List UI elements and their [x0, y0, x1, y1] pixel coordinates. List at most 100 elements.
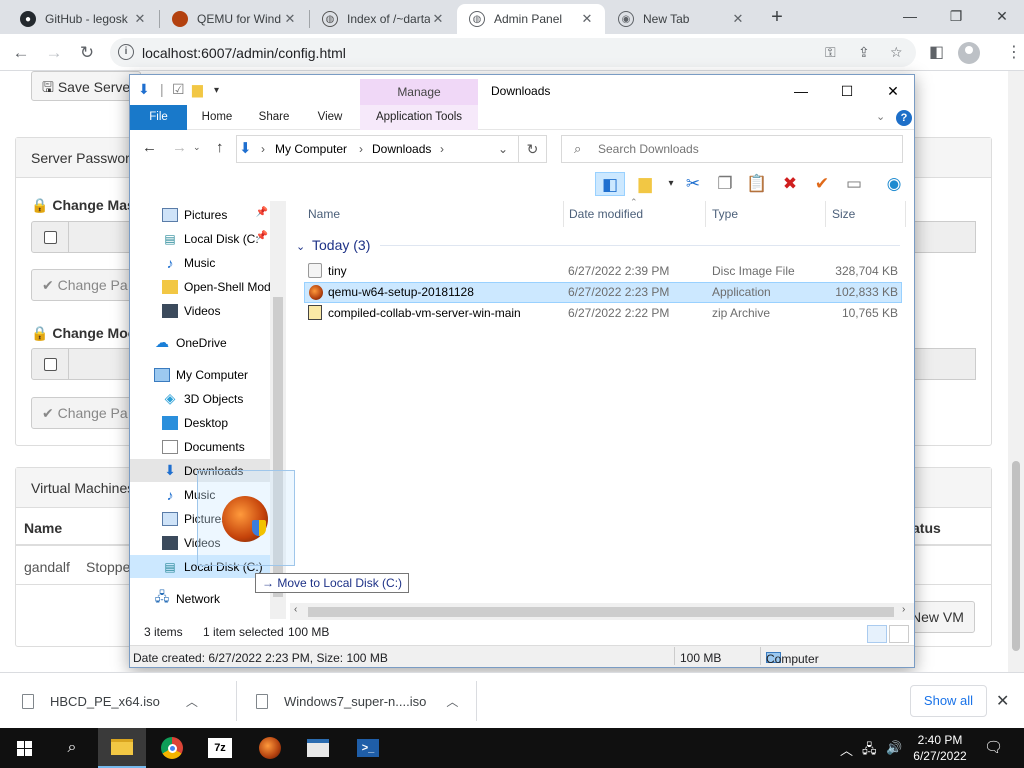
- tab-share[interactable]: Share: [249, 105, 299, 130]
- url-text[interactable]: localhost:6007/admin/config.html: [142, 45, 346, 61]
- nav-item-onedrive[interactable]: ☁ OneDrive: [130, 331, 270, 354]
- scroll-left-icon[interactable]: ‹: [294, 604, 297, 615]
- customize-qat-icon[interactable]: ▾: [214, 85, 219, 96]
- close-tab-icon[interactable]: ✕: [730, 11, 746, 27]
- tab-qemu[interactable]: QEMU for Wind ✕: [160, 4, 308, 34]
- col-size[interactable]: Size: [826, 201, 906, 227]
- group-header-today[interactable]: Today (3): [312, 237, 370, 253]
- explorer-address-bar[interactable]: ⬇ › My Computer › Downloads › ⌄: [236, 135, 519, 163]
- menu-kebab-icon[interactable]: ⋮: [1006, 42, 1022, 62]
- search-box[interactable]: ⌕: [561, 135, 903, 163]
- restore-icon[interactable]: ❐: [936, 4, 976, 28]
- tab-admin-panel[interactable]: ◍ Admin Panel ✕: [457, 4, 605, 34]
- scroll-thumb[interactable]: [308, 607, 894, 617]
- close-window-icon[interactable]: ✕: [982, 4, 1022, 28]
- search-input[interactable]: [598, 141, 888, 157]
- tab-file[interactable]: File: [130, 105, 187, 130]
- nav-item-documents[interactable]: Documents: [130, 435, 270, 458]
- details-view-icon[interactable]: [867, 625, 887, 643]
- side-panel-icon[interactable]: ◧: [929, 42, 944, 62]
- close-tab-icon[interactable]: ✕: [132, 11, 148, 27]
- properties-icon[interactable]: ▭: [841, 172, 867, 196]
- tab-new-tab[interactable]: ◉ New Tab ✕: [606, 4, 756, 34]
- minimize-icon[interactable]: —: [890, 4, 930, 28]
- show-all-button[interactable]: Show all: [910, 685, 987, 717]
- group-collapse-icon[interactable]: ⌄: [296, 240, 305, 253]
- forward-arrow-icon[interactable]: →: [172, 139, 187, 156]
- nav-item-local-disk[interactable]: ▤ Local Disk (C: 📌: [130, 227, 270, 250]
- change-master-password-button[interactable]: ✔ Change Pa: [31, 269, 139, 301]
- quick-access-down-icon[interactable]: ⬇: [138, 81, 150, 98]
- site-info-icon[interactable]: i: [118, 44, 134, 60]
- help-icon[interactable]: ?: [896, 110, 912, 126]
- chrome-taskbar-icon[interactable]: [148, 728, 196, 768]
- tab-index[interactable]: ◍ Index of /~darta ✕: [310, 4, 456, 34]
- breadcrumb-downloads[interactable]: Downloads: [372, 142, 431, 156]
- large-icons-view-icon[interactable]: [889, 625, 909, 643]
- qemu-taskbar-icon[interactable]: [246, 728, 294, 768]
- share-icon[interactable]: ⇪: [858, 44, 870, 61]
- chevron-down-icon[interactable]: ⌄: [498, 142, 508, 156]
- nav-item-pictures[interactable]: Pictures 📌: [130, 203, 270, 226]
- tab-application-tools[interactable]: Application Tools: [360, 105, 478, 130]
- delete-icon[interactable]: ✖: [777, 172, 803, 196]
- nav-item-my-computer[interactable]: My Computer: [130, 363, 270, 386]
- close-tab-icon[interactable]: ✕: [579, 11, 595, 27]
- back-button[interactable]: ←: [8, 40, 34, 66]
- chevron-up-icon[interactable]: ︿: [186, 693, 198, 710]
- nav-item-network[interactable]: 🖧 Network: [130, 587, 270, 610]
- show-mod-password-checkbox[interactable]: [31, 348, 69, 380]
- nav-item-videos[interactable]: Videos: [130, 299, 270, 322]
- col-name[interactable]: Name: [302, 201, 564, 227]
- back-arrow-icon[interactable]: ←: [142, 139, 157, 156]
- refresh-button[interactable]: ↻: [519, 135, 547, 163]
- download-item-hbcd[interactable]: HBCD_PE_x64.iso ︿: [22, 673, 222, 729]
- search-icon[interactable]: ⌕: [48, 728, 96, 768]
- app-window-taskbar-icon[interactable]: [294, 728, 342, 768]
- download-item-windows7[interactable]: Windows7_super-n....iso ︿: [256, 673, 466, 729]
- recent-dropdown-icon[interactable]: ⌄: [193, 142, 201, 153]
- close-tab-icon[interactable]: ✕: [430, 11, 446, 27]
- address-bar[interactable]: i localhost:6007/admin/config.html ⚿ ⇪ ☆: [110, 38, 916, 67]
- file-list-horizontal-scrollbar[interactable]: ‹ ›: [290, 603, 914, 620]
- show-password-checkbox[interactable]: [31, 221, 69, 253]
- minimize-icon[interactable]: —: [778, 79, 824, 103]
- page-scrollbar[interactable]: [1008, 71, 1024, 672]
- tab-view[interactable]: View: [306, 105, 354, 130]
- nav-item-music[interactable]: ♪ Music: [130, 251, 270, 274]
- preview-pane-icon[interactable]: ◧: [595, 172, 625, 196]
- chevron-up-icon[interactable]: ︿: [446, 693, 458, 710]
- close-window-icon[interactable]: ✕: [870, 79, 914, 103]
- 7zip-taskbar-icon[interactable]: 7z: [196, 728, 244, 768]
- table-row[interactable]: [304, 335, 902, 356]
- rename-icon[interactable]: ✔: [809, 172, 835, 196]
- scroll-right-icon[interactable]: ›: [902, 604, 905, 615]
- powershell-taskbar-icon[interactable]: >_: [344, 728, 392, 768]
- folder-options-icon[interactable]: ▆: [632, 172, 658, 196]
- file-row-tiny[interactable]: tiny 6/27/2022 2:39 PM Disc Image File 3…: [304, 261, 902, 282]
- volume-icon[interactable]: 🔊: [886, 740, 902, 756]
- show-hidden-icons[interactable]: ︿: [840, 740, 853, 759]
- notifications-icon[interactable]: 🗨: [984, 738, 1003, 756]
- forward-button[interactable]: →: [41, 40, 67, 66]
- manage-contextual-tab[interactable]: Manage: [360, 79, 478, 105]
- properties-icon[interactable]: ☑: [172, 81, 185, 98]
- save-server-button[interactable]: 🖫 Save Serve: [31, 71, 142, 101]
- close-tab-icon[interactable]: ✕: [282, 11, 298, 27]
- up-arrow-icon[interactable]: ↑: [216, 139, 224, 156]
- reload-button[interactable]: ↻: [74, 40, 100, 66]
- close-shelf-icon[interactable]: ✕: [996, 691, 1009, 711]
- network-icon[interactable]: 🖧: [862, 740, 877, 762]
- breadcrumb-my-computer[interactable]: My Computer: [275, 142, 347, 156]
- cut-icon[interactable]: ✂: [680, 172, 706, 196]
- clock[interactable]: 2:40 PM 6/27/2022: [906, 732, 974, 764]
- key-icon[interactable]: ⚿: [825, 44, 836, 61]
- tab-github[interactable]: ● GitHub - legosk ✕: [8, 4, 158, 34]
- start-button[interactable]: [0, 728, 48, 768]
- expand-ribbon-icon[interactable]: ⌄: [876, 110, 885, 123]
- copy-icon[interactable]: ❐: [712, 172, 738, 196]
- scroll-thumb[interactable]: [1012, 461, 1020, 651]
- new-tab-button[interactable]: +: [766, 6, 788, 28]
- nav-item-desktop[interactable]: Desktop: [130, 411, 270, 434]
- new-folder-icon[interactable]: ▆: [192, 81, 203, 98]
